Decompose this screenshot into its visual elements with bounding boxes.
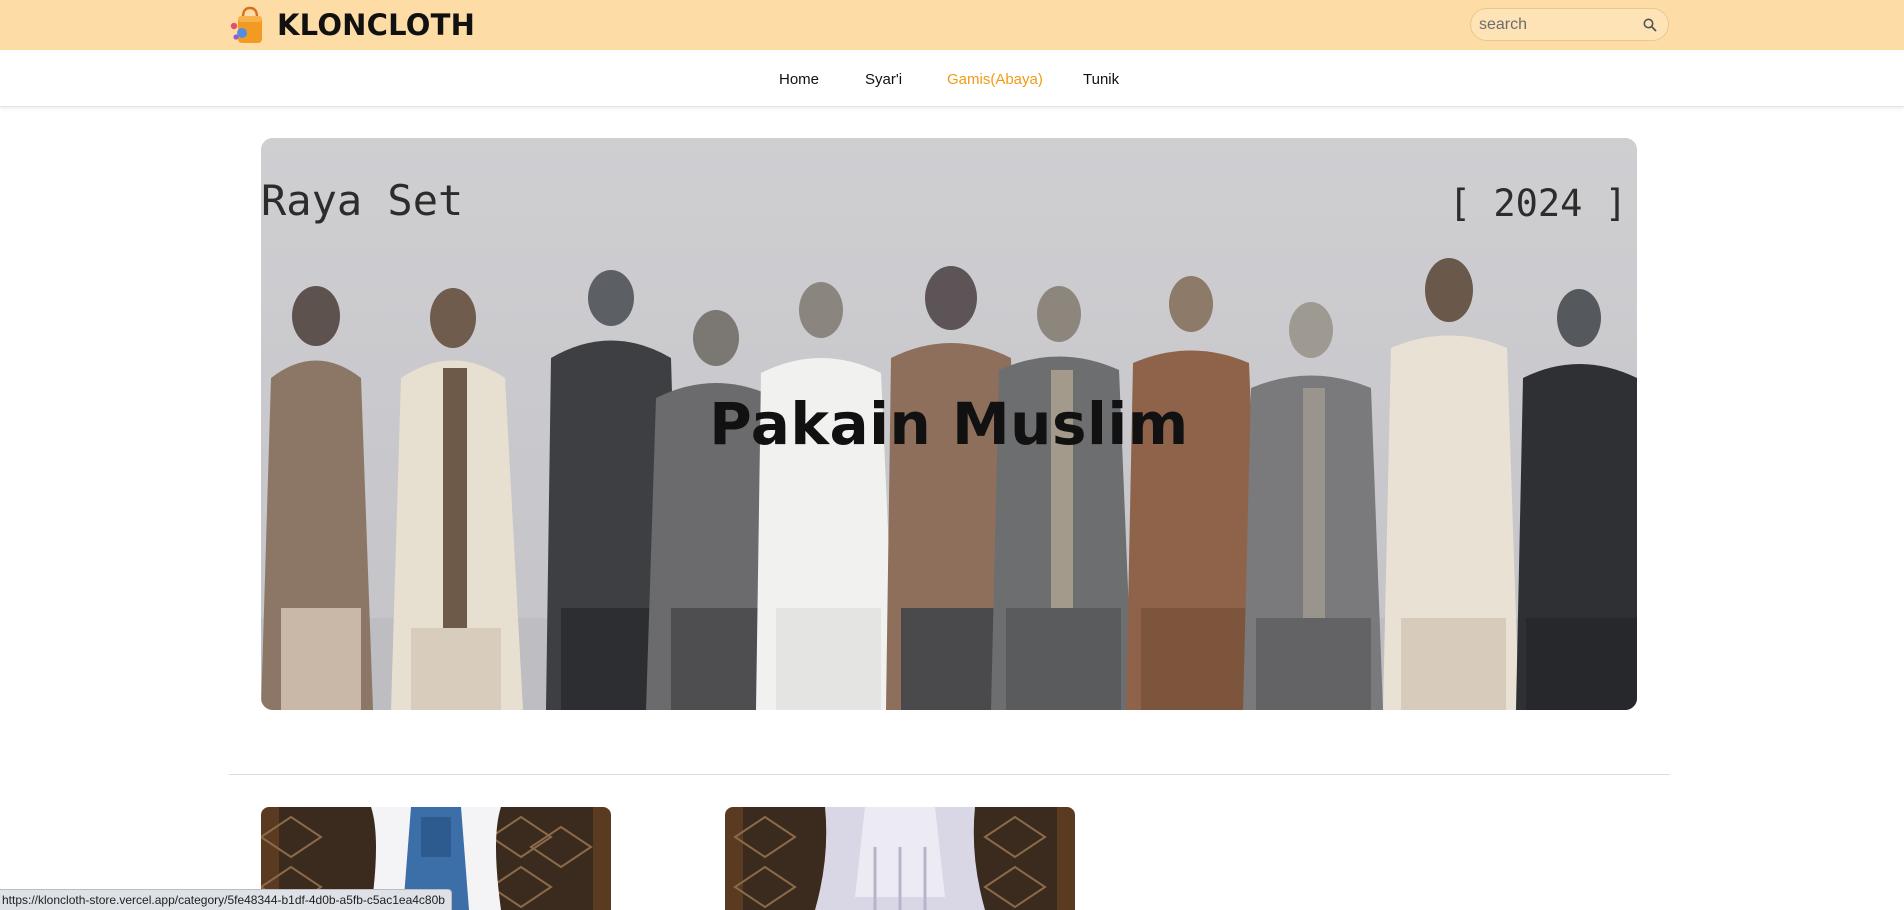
product-image (725, 807, 1075, 910)
shopping-bag-icon (229, 6, 268, 44)
search-input[interactable] (1479, 15, 1642, 34)
nav-item-syari[interactable]: Syar'i (865, 71, 902, 88)
nav-item-gamis-abaya[interactable]: Gamis(Abaya) (947, 71, 1043, 88)
search-icon[interactable] (1642, 17, 1658, 33)
product-card[interactable] (725, 807, 1075, 910)
section-divider (229, 774, 1670, 775)
search-box (1470, 8, 1669, 41)
status-bar-url: https://kloncloth-store.vercel.app/categ… (0, 889, 452, 910)
hero-title: Pakain Muslim (709, 390, 1189, 458)
brand-logo[interactable]: KLONCLOTH (229, 6, 475, 44)
hero-banner: Raya Set [ 2024 ] Pakain Muslim (261, 138, 1637, 710)
brand-name: KLONCLOTH (277, 8, 476, 42)
hero-image-caption-right: [ 2024 ] (1448, 182, 1627, 225)
top-header: KLONCLOTH (0, 0, 1904, 50)
category-nav: Home Syar'i Gamis(Abaya) Tunik (0, 50, 1904, 107)
nav-item-home[interactable]: Home (779, 71, 819, 88)
hero-image-caption-left: Raya Set (261, 176, 464, 225)
nav-item-tunik[interactable]: Tunik (1083, 71, 1119, 88)
